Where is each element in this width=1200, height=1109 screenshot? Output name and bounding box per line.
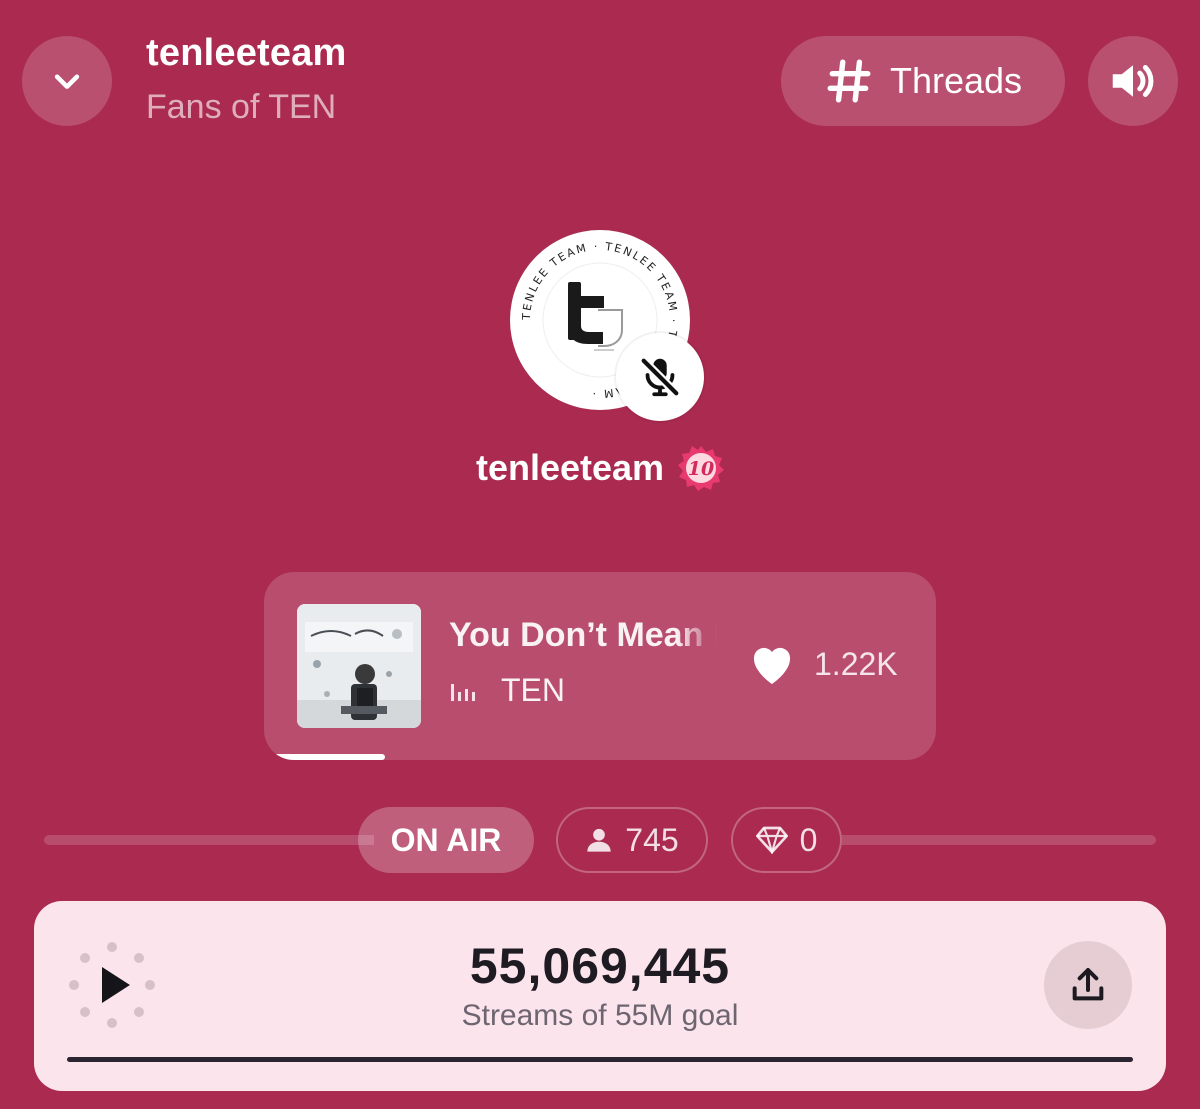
threads-button[interactable]: Threads: [781, 36, 1065, 126]
track-progress-fill: [264, 754, 385, 760]
album-cover-image: [297, 604, 421, 728]
track-progress-bar: [264, 754, 936, 760]
equalizer-icon: [451, 683, 475, 701]
now-playing-card[interactable]: You Don’t Mean It TEN 1.22K: [264, 572, 936, 760]
room-title: tenleeteam: [146, 32, 347, 74]
share-button[interactable]: [1044, 941, 1132, 1029]
like-button[interactable]: 1.22K: [748, 642, 898, 686]
goal-progress-bar: [67, 1057, 1133, 1062]
room-subtitle: Fans of TEN: [146, 88, 337, 126]
on-air-label: ON AIR: [390, 821, 502, 858]
listeners-button[interactable]: 745: [556, 807, 708, 873]
track-title: You Don’t Mean It: [449, 616, 717, 654]
stream-goal-caption: Streams of 55M goal: [461, 999, 739, 1032]
level-badge-text: 10: [688, 458, 714, 480]
threads-label: Threads: [889, 60, 1023, 101]
mic-off-icon: [639, 356, 681, 398]
on-air-badge: ON AIR: [358, 807, 534, 873]
gem-count: 0: [799, 821, 818, 858]
speaker-icon: [1112, 65, 1154, 97]
listener-count: 745: [625, 821, 679, 858]
gems-button[interactable]: 0: [731, 807, 842, 873]
share-icon: [1072, 968, 1104, 1001]
goal-progress-fill: [67, 1057, 1133, 1062]
album-cover: [297, 604, 421, 728]
track-artist-row: TEN: [449, 672, 565, 709]
like-count: 1.22K: [814, 645, 898, 682]
muted-badge: [616, 333, 704, 421]
host-name: tenleeteam: [475, 447, 665, 488]
divider-right: [830, 835, 1156, 845]
stream-goal-panel: 55,069,445 Streams of 55M goal: [34, 901, 1166, 1091]
collapse-button[interactable]: [22, 36, 112, 126]
diamond-icon: [755, 826, 788, 854]
person-icon: [587, 828, 611, 852]
heart-icon: [753, 647, 791, 684]
level-badge-icon: 10: [678, 446, 725, 491]
divider-left: [44, 835, 374, 845]
host-info: tenleeteam 10: [0, 445, 1200, 491]
chevron-down-icon: [54, 74, 80, 89]
track-title-marquee: You Don’t Mean It: [449, 616, 717, 662]
track-artist: TEN: [501, 672, 565, 708]
stream-count: 55,069,445: [469, 938, 731, 994]
live-room-screen: tenleeteam Fans of TEN Threads TENLEE TE…: [0, 0, 1200, 1109]
hashtag-icon: [827, 59, 871, 103]
sound-button[interactable]: [1088, 36, 1178, 126]
